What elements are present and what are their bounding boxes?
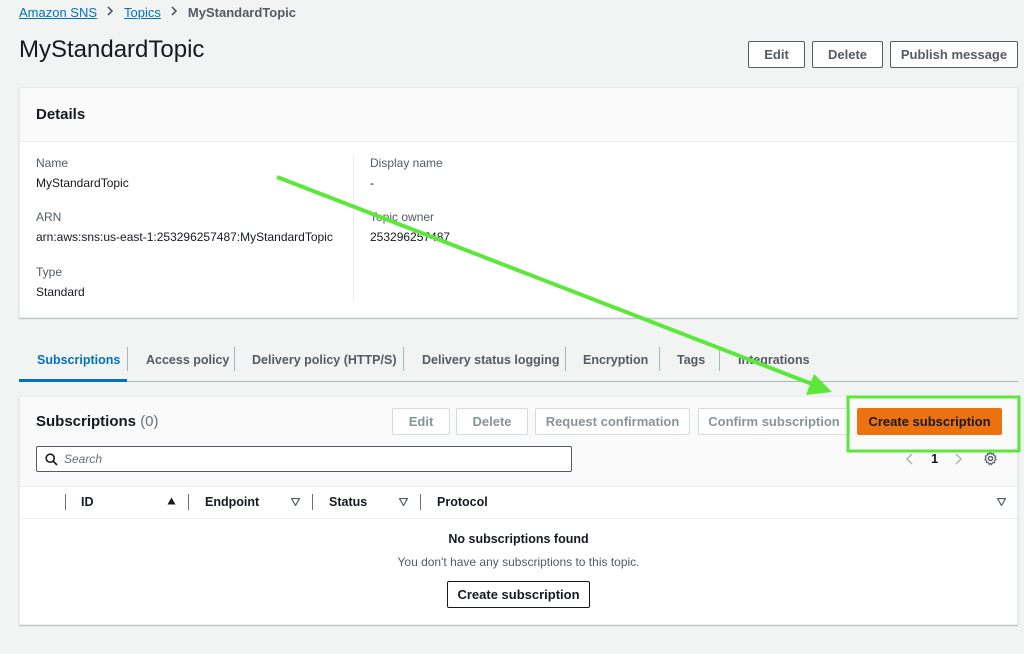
type-value: Standard — [36, 285, 85, 299]
chevron-right-icon — [171, 5, 178, 19]
column-header-id[interactable]: ID — [81, 495, 94, 509]
sort-descending-icon[interactable] — [290, 497, 301, 508]
details-header: Details — [20, 88, 1017, 142]
subscriptions-title: Subscriptions — [36, 413, 137, 430]
breadcrumb-current: MyStandardTopic — [187, 4, 297, 20]
tab-encryption[interactable]: Encryption — [583, 338, 648, 382]
tab-separator — [719, 347, 720, 371]
edit-topic-button[interactable]: Edit — [748, 41, 805, 68]
display-name-value: - — [370, 176, 374, 190]
display-name-label: Display name — [370, 156, 443, 170]
confirm-subscription-button[interactable]: Confirm subscription — [698, 408, 850, 435]
tab-access-policy[interactable]: Access policy — [146, 338, 229, 382]
tab-separator — [403, 347, 404, 371]
chevron-right-icon — [107, 5, 114, 19]
search-input[interactable] — [64, 452, 544, 466]
name-label: Name — [36, 156, 69, 170]
edit-subscription-button[interactable]: Edit — [392, 408, 450, 435]
details-panel: Details Name MyStandardTopic ARN arn:aws… — [19, 87, 1018, 318]
search-icon — [45, 452, 58, 466]
gear-icon[interactable] — [983, 451, 998, 471]
subscriptions-heading: Subscriptions (0) — [36, 413, 159, 430]
publish-message-button[interactable]: Publish message — [890, 41, 1018, 68]
topic-owner-value: 253296257487 — [370, 230, 451, 244]
delete-subscription-button[interactable]: Delete — [456, 408, 528, 435]
breadcrumb-topics[interactable]: Topics — [124, 5, 161, 20]
details-title: Details — [36, 106, 86, 123]
table-top-border — [19, 486, 1018, 487]
arn-label: ARN — [36, 210, 62, 224]
delete-topic-button[interactable]: Delete — [812, 41, 883, 68]
breadcrumb-amazon-sns[interactable]: Amazon SNS — [19, 5, 97, 20]
column-separator — [65, 494, 66, 510]
name-value: MyStandardTopic — [36, 176, 129, 190]
topic-owner-label: Topic owner — [370, 210, 435, 224]
tab-delivery-status-logging[interactable]: Delivery status logging — [422, 338, 560, 382]
column-separator — [312, 494, 313, 510]
column-header-status[interactable]: Status — [329, 495, 367, 509]
create-subscription-empty-button[interactable]: Create subscription — [447, 581, 590, 608]
tab-tags[interactable]: Tags — [677, 338, 705, 382]
arn-value: arn:aws:sns:us-east-1:253296257487:MySta… — [36, 230, 333, 244]
tab-separator — [565, 347, 566, 371]
tab-delivery-policy[interactable]: Delivery policy (HTTP/S) — [252, 338, 396, 382]
type-label: Type — [36, 265, 63, 279]
empty-state-message: You don't have any subscriptions to this… — [397, 555, 640, 569]
page-title: MyStandardTopic — [19, 36, 205, 63]
table-header-border — [19, 518, 1018, 519]
search-box[interactable] — [36, 446, 572, 472]
request-confirmation-button[interactable]: Request confirmation — [535, 408, 690, 435]
tab-subscriptions[interactable]: Subscriptions — [37, 338, 120, 382]
next-page-icon[interactable] — [953, 452, 963, 471]
page-number[interactable]: 1 — [931, 451, 938, 466]
column-separator — [188, 494, 189, 510]
tab-integrations[interactable]: Integrations — [738, 338, 810, 382]
sort-descending-icon[interactable] — [398, 497, 409, 508]
tab-separator — [659, 347, 660, 371]
column-separator — [420, 494, 421, 510]
tab-separator — [127, 347, 128, 371]
details-divider — [353, 155, 354, 301]
breadcrumb: Amazon SNS Topics MyStandardTopic — [19, 4, 296, 20]
column-header-endpoint[interactable]: Endpoint — [205, 495, 259, 509]
sort-ascending-icon[interactable] — [167, 497, 176, 507]
sort-descending-icon[interactable] — [996, 497, 1007, 508]
active-tab-indicator — [19, 379, 127, 382]
tab-bar: Subscriptions Access policy Delivery pol… — [19, 338, 1018, 382]
create-subscription-button[interactable]: Create subscription — [857, 408, 1002, 435]
subscriptions-count: (0) — [140, 413, 159, 430]
tab-separator — [234, 347, 235, 371]
empty-state-title: No subscriptions found — [448, 532, 589, 546]
previous-page-icon[interactable] — [905, 452, 915, 471]
column-header-protocol[interactable]: Protocol — [437, 495, 488, 509]
